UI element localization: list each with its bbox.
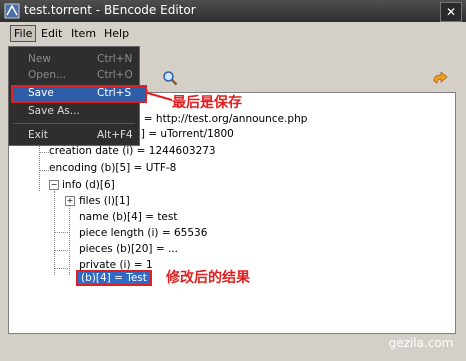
file-menu-dropdown: New Ctrl+N Open... Ctrl+O Save Ctrl+S Sa…	[8, 46, 147, 146]
search-icon[interactable]	[162, 70, 178, 86]
watermark-title: 格子啦	[392, 311, 450, 333]
tree-node-creation-date[interactable]: creation date (i) = 1244603273	[49, 145, 216, 157]
tree-line	[54, 268, 68, 269]
title-bar: test.torrent - BEncode Editor ✕	[0, 0, 466, 22]
menu-save-shortcut: Ctrl+S	[97, 87, 132, 99]
tree-line	[69, 197, 70, 275]
menu-file[interactable]: File	[10, 25, 37, 42]
watermark: 格子啦 gezila.com	[376, 309, 466, 361]
collapse-info-toggle[interactable]: −	[49, 180, 59, 190]
menu-help[interactable]: Help	[104, 27, 129, 40]
tree-node-encoding[interactable]: encoding (b)[5] = UTF-8	[49, 162, 176, 174]
menu-exit[interactable]: Exit	[28, 129, 48, 141]
tree-node-piece-length[interactable]: piece length (i) = 65536	[79, 227, 207, 239]
menu-open-shortcut: Ctrl+O	[97, 69, 133, 81]
menu-exit-shortcut: Alt+F4	[97, 129, 133, 141]
menu-edit[interactable]: Edit	[41, 27, 62, 40]
menu-open[interactable]: Open...	[28, 69, 66, 81]
app-window: test.torrent - BEncode Editor ✕ File Edi…	[0, 0, 466, 361]
menu-new-shortcut: Ctrl+N	[97, 53, 133, 65]
selected-tree-node[interactable]: (b)[4] = Test	[76, 270, 152, 286]
menu-save[interactable]: Save	[28, 87, 54, 99]
result-annotation: 修改后的结果	[166, 270, 250, 286]
tree-node-info[interactable]: info (d)[6]	[62, 179, 115, 191]
menu-save-as[interactable]: Save As...	[28, 105, 80, 117]
tree-node-pieces[interactable]: pieces (b)[20] = ...	[79, 243, 178, 255]
refresh-icon[interactable]	[432, 72, 450, 86]
app-icon	[4, 3, 20, 19]
close-button[interactable]: ✕	[440, 2, 462, 22]
menu-separator	[13, 123, 135, 124]
menu-new[interactable]: New	[28, 53, 51, 65]
menu-item[interactable]: Item	[71, 27, 96, 40]
tree-line	[39, 152, 49, 153]
expand-files-toggle[interactable]: +	[65, 196, 75, 206]
menu-bar: File Edit Item Help	[0, 24, 466, 44]
save-annotation: 最后是保存	[172, 95, 242, 111]
tree-line	[54, 232, 68, 233]
tree-node-name[interactable]: name (b)[4] = test	[79, 211, 177, 223]
watermark-url: gezila.com	[388, 336, 454, 350]
tree-line	[54, 191, 55, 275]
tree-line	[54, 250, 68, 251]
tree-line	[39, 170, 49, 171]
tree-node-files[interactable]: files (l)[1]	[79, 195, 130, 207]
window-title: test.torrent - BEncode Editor	[24, 3, 196, 17]
